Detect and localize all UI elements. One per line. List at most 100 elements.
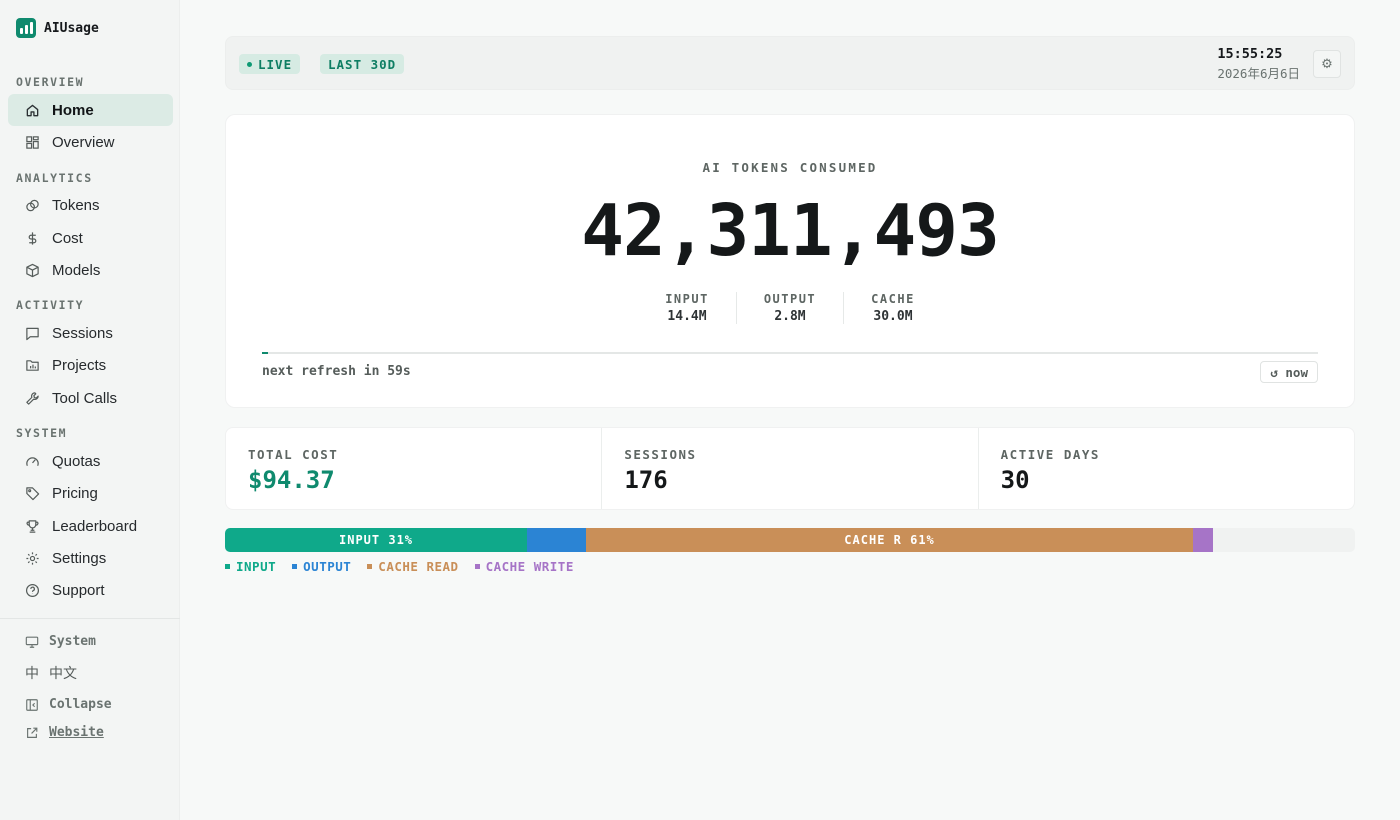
nav-item-home[interactable]: Home [8,94,173,126]
segment-cache-write [1193,528,1214,552]
live-dot-icon [247,61,252,67]
clock: 15:55:25 2026年6月6日 [1217,46,1300,82]
nav-item-tool-calls[interactable]: Tool Calls [8,382,173,414]
gear-icon [26,551,39,565]
collapse-label: Collapse [49,697,112,712]
stat-active-days: ACTIVE DAYS 30 [977,428,1354,509]
nav-label: Quotas [52,452,101,470]
section-label-activity: ACTIVITY [16,298,85,312]
stat-key: ACTIVE DAYS [1000,447,1100,462]
refresh-countdown: next refresh in 59s [262,364,411,379]
nav-label: Overview [52,133,115,151]
language-label: 中文 [49,666,77,682]
range-badge[interactable]: LAST 30D [320,54,405,74]
tokens-hero-card: AI TOKENS CONSUMED 42,311,493 INPUT 14.4… [225,114,1355,408]
nav-item-support[interactable]: Support [8,574,173,606]
nav-label: Projects [52,356,107,374]
hero-label: AI TOKENS CONSUMED [702,160,878,175]
clock-date: 2026年6月6日 [1217,66,1300,81]
nav-item-quotas[interactable]: Quotas [8,445,173,477]
refresh-progress-track [262,352,1318,354]
nav-item-models[interactable]: Models [8,254,173,286]
sidebar: AIUsage OVERVIEW Home Overview ANALYTICS… [0,0,180,820]
token-split-bar: INPUT 31% CACHE R 61% [225,528,1355,552]
breakdown-key: CACHE [871,292,915,306]
cube-icon [26,263,39,277]
nav-item-settings[interactable]: Settings [8,542,173,574]
language-icon: 中 [25,666,39,682]
stat-value: 176 [624,466,668,494]
stat-total-cost: TOTAL COST $94.37 [226,428,601,509]
message-icon [26,327,39,340]
total-tokens: 42,311,493 [581,189,999,272]
monitor-icon [25,636,39,648]
nav-item-pricing[interactable]: Pricing [8,477,173,509]
nav-item-sessions[interactable]: Sessions [8,317,173,349]
legend-label: CACHE WRITE [485,559,574,574]
nav-label: Sessions [52,324,113,342]
grid-icon [26,135,39,149]
clock-time: 15:55:25 [1217,46,1283,62]
nav-label: Tokens [52,196,100,214]
external-link-icon [27,727,38,738]
legend-label: OUTPUT [303,559,352,574]
breakdown-key: OUTPUT [763,292,817,306]
website-label: Website [49,725,104,740]
top-bar: LIVE LAST 30D 15:55:25 2026年6月6日 ⚙ [225,36,1355,90]
nav-label: Cost [52,229,83,247]
home-icon [26,104,39,116]
help-icon [25,583,40,597]
nav-item-tokens[interactable]: Tokens [8,189,173,221]
section-label-system: SYSTEM [16,426,68,440]
legend-swatch [225,564,230,569]
nav-label: Home [52,101,94,119]
dollar-icon [28,231,37,245]
theme-system-toggle[interactable]: System [25,634,96,649]
language-toggle[interactable]: 中 中文 [25,663,77,683]
live-badge: LIVE [239,54,301,74]
nav-item-projects[interactable]: Projects [8,349,173,381]
brand[interactable]: AIUsage [16,18,99,38]
nav-label: Models [52,261,101,279]
settings-button[interactable]: ⚙ [1313,50,1341,78]
coins-icon [26,199,39,211]
stats-row: TOTAL COST $94.37 SESSIONS 176 ACTIVE DA… [225,427,1355,510]
breakdown-cache: CACHE 30.0M [843,292,942,324]
stat-value: 30 [1000,466,1030,494]
segment-input: INPUT 31% [225,528,528,552]
theme-label: System [49,634,96,649]
collapse-button[interactable]: Collapse [25,697,112,712]
stat-sessions: SESSIONS 176 [601,428,977,509]
trophy-icon [26,519,39,533]
breakdown-input: INPUT 14.4M [638,292,736,324]
legend-label: CACHE READ [378,559,459,574]
nav-label: Support [52,581,105,599]
legend-label: INPUT [236,559,277,574]
nav-item-cost[interactable]: Cost [8,222,173,254]
gear-icon: ⚙ [1321,56,1333,71]
breakdown-value: 2.8M [774,309,806,324]
collapse-icon [26,698,38,711]
breakdown-value: 14.4M [667,309,707,324]
breakdown-output: OUTPUT 2.8M [735,292,843,324]
nav-item-leaderboard[interactable]: Leaderboard [8,510,173,542]
stat-key: TOTAL COST [248,447,339,462]
website-link[interactable]: Website [25,725,104,740]
nav-item-overview[interactable]: Overview [8,126,173,158]
stat-key: SESSIONS [624,447,697,462]
folder-chart-icon [26,359,39,371]
tag-icon [26,486,40,500]
legend-swatch [474,564,480,569]
nav-label: Leaderboard [52,517,138,535]
segment-cache-read: CACHE R 61% [586,528,1194,552]
breakdown-value: 30.0M [873,309,913,324]
legend-item: CACHE WRITE [474,559,574,574]
nav-label: Pricing [52,484,98,502]
token-breakdown: INPUT 14.4M OUTPUT 2.8M CACHE 30.0M [226,292,1354,324]
legend-swatch [292,564,298,569]
legend-swatch [367,564,373,569]
refresh-now-button[interactable]: ↺ now [1260,361,1318,383]
legend-item: INPUT [225,559,276,574]
segment-output [527,528,587,552]
legend-item: OUTPUT [292,559,351,574]
